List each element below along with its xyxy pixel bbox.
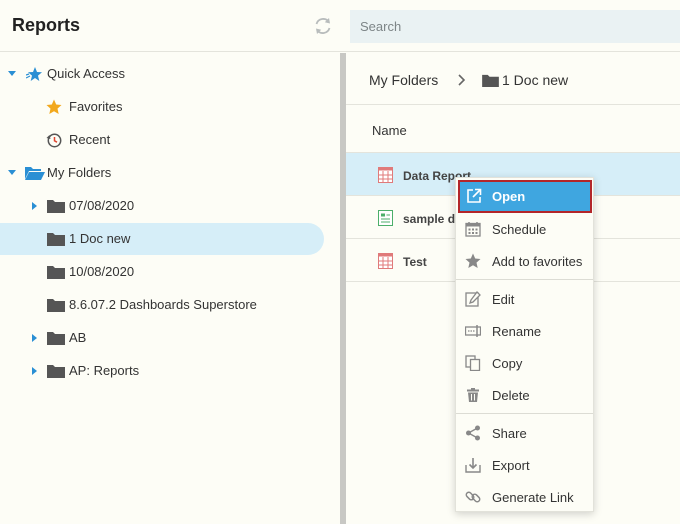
breadcrumb: My Folders 1 Doc new xyxy=(346,53,680,105)
sidebar-item-label: 1 Doc new xyxy=(69,231,131,246)
file-name: sample d xyxy=(403,212,456,226)
header-bar: Reports xyxy=(0,0,680,52)
sidebar-item-folder-07-08-2020[interactable]: 07/08/2020 xyxy=(0,190,324,222)
sidebar-item-folder-dashboards-superstore[interactable]: 8.6.07.2 Dashboards Superstore xyxy=(0,289,324,321)
sidebar-item-label: 07/08/2020 xyxy=(69,198,135,213)
sidebar-item-label: Favorites xyxy=(69,99,123,114)
recent-clock-icon xyxy=(46,133,62,148)
star-icon xyxy=(46,99,62,114)
sidebar-item-label: Quick Access xyxy=(47,66,126,81)
link-icon xyxy=(465,491,481,503)
menu-item-label: Delete xyxy=(492,388,530,403)
menu-item-schedule[interactable]: Schedule xyxy=(456,213,593,245)
copy-icon xyxy=(465,355,481,371)
folder-icon xyxy=(482,74,499,87)
open-folder-icon xyxy=(25,167,45,180)
refresh-icon[interactable] xyxy=(312,15,334,37)
report-grid-icon xyxy=(378,253,393,269)
menu-divider xyxy=(456,279,593,280)
column-header-name[interactable]: Name xyxy=(372,123,407,138)
trash-icon xyxy=(467,388,479,402)
context-menu: Open Schedule Add to favorites Edit Rena… xyxy=(455,177,594,512)
report-grid-icon xyxy=(378,167,393,183)
folder-icon xyxy=(47,332,65,345)
menu-item-label: Export xyxy=(492,458,530,473)
menu-item-copy[interactable]: Copy xyxy=(456,347,593,379)
sidebar-item-favorites[interactable]: Favorites xyxy=(0,91,324,123)
sidebar-item-label: AP: Reports xyxy=(69,363,140,378)
folder-icon xyxy=(47,233,65,246)
sidebar-item-folder-10-08-2020[interactable]: 10/08/2020 xyxy=(0,256,324,288)
menu-item-add-to-favorites[interactable]: Add to favorites xyxy=(456,245,593,277)
star-icon xyxy=(465,253,481,268)
sidebar-item-label: 8.6.07.2 Dashboards Superstore xyxy=(69,297,257,312)
sidebar: Quick Access Favorites Recent My Folders… xyxy=(0,53,338,524)
menu-item-label: Open xyxy=(492,189,526,204)
sidebar-item-recent[interactable]: Recent xyxy=(0,124,324,156)
file-name: Test xyxy=(403,255,427,269)
expand-down-icon[interactable] xyxy=(7,69,17,79)
menu-item-label: Copy xyxy=(492,356,523,371)
folder-icon xyxy=(47,299,65,312)
menu-item-label: Rename xyxy=(492,324,542,339)
sidebar-item-folder-ab[interactable]: AB xyxy=(0,322,324,354)
breadcrumb-current: 1 Doc new xyxy=(502,72,569,88)
menu-item-share[interactable]: Share xyxy=(456,417,593,449)
rename-icon xyxy=(465,325,481,337)
menu-item-delete[interactable]: Delete xyxy=(456,379,593,411)
folder-icon xyxy=(47,365,65,378)
quick-access-star-icon xyxy=(26,67,42,81)
expand-right-icon[interactable] xyxy=(30,366,40,376)
sidebar-item-label: My Folders xyxy=(47,165,112,180)
expand-right-icon[interactable] xyxy=(30,333,40,343)
sidebar-item-quick-access[interactable]: Quick Access xyxy=(0,58,324,90)
menu-item-label: Edit xyxy=(492,292,515,307)
table-header: Name xyxy=(346,105,680,153)
page-title: Reports xyxy=(12,15,81,35)
folder-icon xyxy=(47,266,65,279)
menu-item-edit[interactable]: Edit xyxy=(456,283,593,315)
expand-right-icon[interactable] xyxy=(30,201,40,211)
menu-item-label: Generate Link xyxy=(492,490,574,505)
sidebar-item-folder-1-doc-new[interactable]: 1 Doc new xyxy=(0,223,324,255)
external-link-icon xyxy=(467,188,482,203)
menu-item-generate-link[interactable]: Generate Link xyxy=(456,481,593,513)
sidebar-item-label: 10/08/2020 xyxy=(69,264,135,279)
calendar-icon xyxy=(465,222,481,237)
expand-down-icon[interactable] xyxy=(7,168,17,178)
menu-item-export[interactable]: Export xyxy=(456,449,593,481)
sidebar-item-folder-ap-reports[interactable]: AP: Reports xyxy=(0,355,324,387)
menu-item-label: Schedule xyxy=(492,222,547,237)
folder-icon xyxy=(47,200,65,213)
menu-item-open[interactable]: Open xyxy=(458,180,592,213)
edit-pencil-icon xyxy=(465,291,481,307)
search-input[interactable] xyxy=(350,10,680,43)
export-icon xyxy=(465,458,481,473)
menu-item-label: Add to favorites xyxy=(492,254,583,269)
sidebar-item-label: AB xyxy=(69,330,87,345)
menu-divider xyxy=(456,413,593,414)
chevron-right-icon xyxy=(458,74,466,86)
menu-item-rename[interactable]: Rename xyxy=(456,315,593,347)
share-icon xyxy=(466,425,480,441)
sidebar-item-my-folders[interactable]: My Folders xyxy=(0,157,324,189)
breadcrumb-root[interactable]: My Folders xyxy=(369,72,438,88)
sidebar-item-label: Recent xyxy=(69,132,111,147)
dashboard-doc-icon xyxy=(378,210,393,226)
menu-item-label: Share xyxy=(492,426,527,441)
